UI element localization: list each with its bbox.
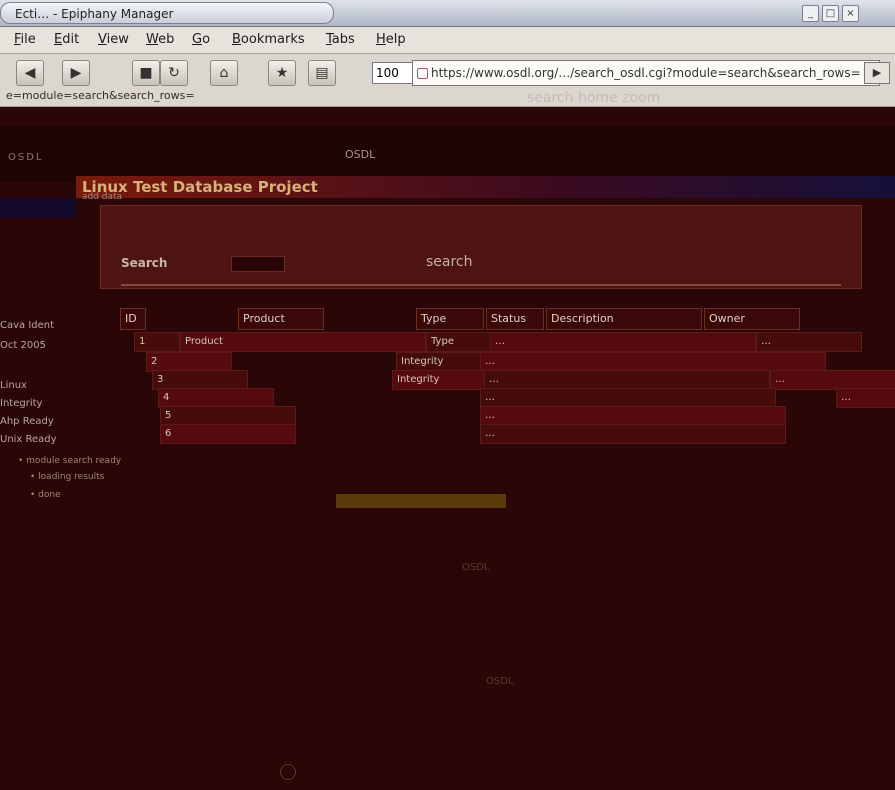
- table-cell[interactable]: …: [756, 332, 862, 352]
- menu-file[interactable]: File: [14, 32, 36, 47]
- table-cell[interactable]: 3: [152, 370, 248, 390]
- table-cell[interactable]: …: [770, 370, 895, 390]
- menubar: File Edit View Web Go Bookmarks Tabs Hel…: [0, 27, 895, 54]
- table-cell[interactable]: 5: [160, 406, 296, 426]
- footer-text: OSDL: [462, 562, 490, 573]
- table-header[interactable]: Type: [416, 308, 484, 330]
- minimize-button[interactable]: _: [802, 5, 819, 22]
- reload-icon[interactable]: ↻: [160, 60, 188, 86]
- table-cell[interactable]: …: [480, 388, 776, 408]
- scroll-indicator[interactable]: [280, 764, 296, 780]
- table-cell[interactable]: 6: [160, 424, 296, 444]
- table-cell[interactable]: 4: [158, 388, 274, 408]
- search-panel: Search search: [100, 205, 862, 289]
- menu-view[interactable]: View: [98, 32, 129, 47]
- forward-icon[interactable]: ▶: [62, 60, 90, 86]
- menu-tabs[interactable]: Tabs: [326, 32, 355, 47]
- url-tail: e=module=search&search_rows=: [6, 89, 195, 102]
- side-label: Oct 2005: [0, 340, 46, 351]
- search-heading: search: [426, 254, 473, 270]
- back-icon[interactable]: ◀: [16, 60, 44, 86]
- table-cell[interactable]: 2: [146, 352, 232, 372]
- table-cell[interactable]: …: [480, 352, 826, 372]
- search-input[interactable]: [231, 256, 285, 272]
- table-cell[interactable]: 1: [134, 332, 180, 352]
- search-label: Search: [121, 256, 168, 270]
- table-cell[interactable]: Integrity: [396, 352, 482, 372]
- side-label: Cava Ident: [0, 320, 55, 331]
- url-input[interactable]: https://www.osdl.org/…/search_osdl.cgi?m…: [412, 60, 880, 86]
- window-titlebar: Ecti… - Epiphany Manager _ □ ×: [0, 0, 895, 27]
- zoom-input[interactable]: 100: [372, 62, 415, 84]
- menu-bookmarks[interactable]: Bookmarks: [232, 32, 305, 47]
- side-label: Ahp Ready: [0, 416, 54, 427]
- sidebar: [0, 198, 76, 218]
- table-header[interactable]: Status: [486, 308, 544, 330]
- table-cell[interactable]: …: [480, 406, 786, 426]
- add-data-link[interactable]: add data: [82, 192, 122, 202]
- bookmark-icon[interactable]: ★: [268, 60, 296, 86]
- page-banner: Linux Test Database Project: [76, 176, 895, 198]
- breadcrumb[interactable]: search home zoom: [527, 90, 660, 106]
- table-cell[interactable]: …: [490, 332, 756, 352]
- progress-highlight: [336, 494, 506, 508]
- stop-icon[interactable]: ■: [132, 60, 160, 86]
- table-cell[interactable]: …: [480, 424, 786, 444]
- site-logo[interactable]: OSDL: [8, 152, 44, 163]
- status-line: • done: [30, 490, 61, 500]
- table-header[interactable]: Product: [238, 308, 324, 330]
- menu-help[interactable]: Help: [376, 32, 406, 47]
- go-button[interactable]: ▶: [864, 62, 890, 84]
- maximize-button[interactable]: □: [822, 5, 839, 22]
- page-header: OSDL OSDL: [0, 126, 895, 182]
- table-header[interactable]: Description: [546, 308, 702, 330]
- table-cell[interactable]: …: [484, 370, 770, 390]
- window-title: Ecti… - Epiphany Manager: [15, 7, 174, 21]
- divider: [121, 284, 841, 286]
- menu-go[interactable]: Go: [192, 32, 210, 47]
- status-line: • module search ready: [18, 456, 122, 466]
- print-icon[interactable]: ▤: [308, 60, 336, 86]
- lock-icon: [417, 68, 428, 79]
- side-label: Integrity: [0, 398, 43, 409]
- toolbar: ◀ ▶ ■ ↻ ⌂ ★ ▤ 100 https://www.osdl.org/……: [0, 54, 895, 107]
- site-tab[interactable]: OSDL: [345, 148, 375, 161]
- table-cell[interactable]: Type: [426, 332, 492, 352]
- table-cell[interactable]: Product: [180, 332, 426, 352]
- footer-text: OSDL: [486, 676, 514, 687]
- table-header[interactable]: ID: [120, 308, 146, 330]
- table-header[interactable]: Owner: [704, 308, 800, 330]
- menu-edit[interactable]: Edit: [54, 32, 79, 47]
- status-line: • loading results: [30, 472, 105, 482]
- window-title-pill: Ecti… - Epiphany Manager: [0, 2, 334, 24]
- table-cell[interactable]: …: [836, 388, 895, 408]
- side-label: Linux: [0, 380, 27, 391]
- close-button[interactable]: ×: [842, 5, 859, 22]
- menu-web[interactable]: Web: [146, 32, 174, 47]
- url-text: https://www.osdl.org/…/search_osdl.cgi?m…: [431, 66, 861, 80]
- home-icon[interactable]: ⌂: [210, 60, 238, 86]
- table-cell[interactable]: Integrity: [392, 370, 486, 390]
- side-label: Unix Ready: [0, 434, 57, 445]
